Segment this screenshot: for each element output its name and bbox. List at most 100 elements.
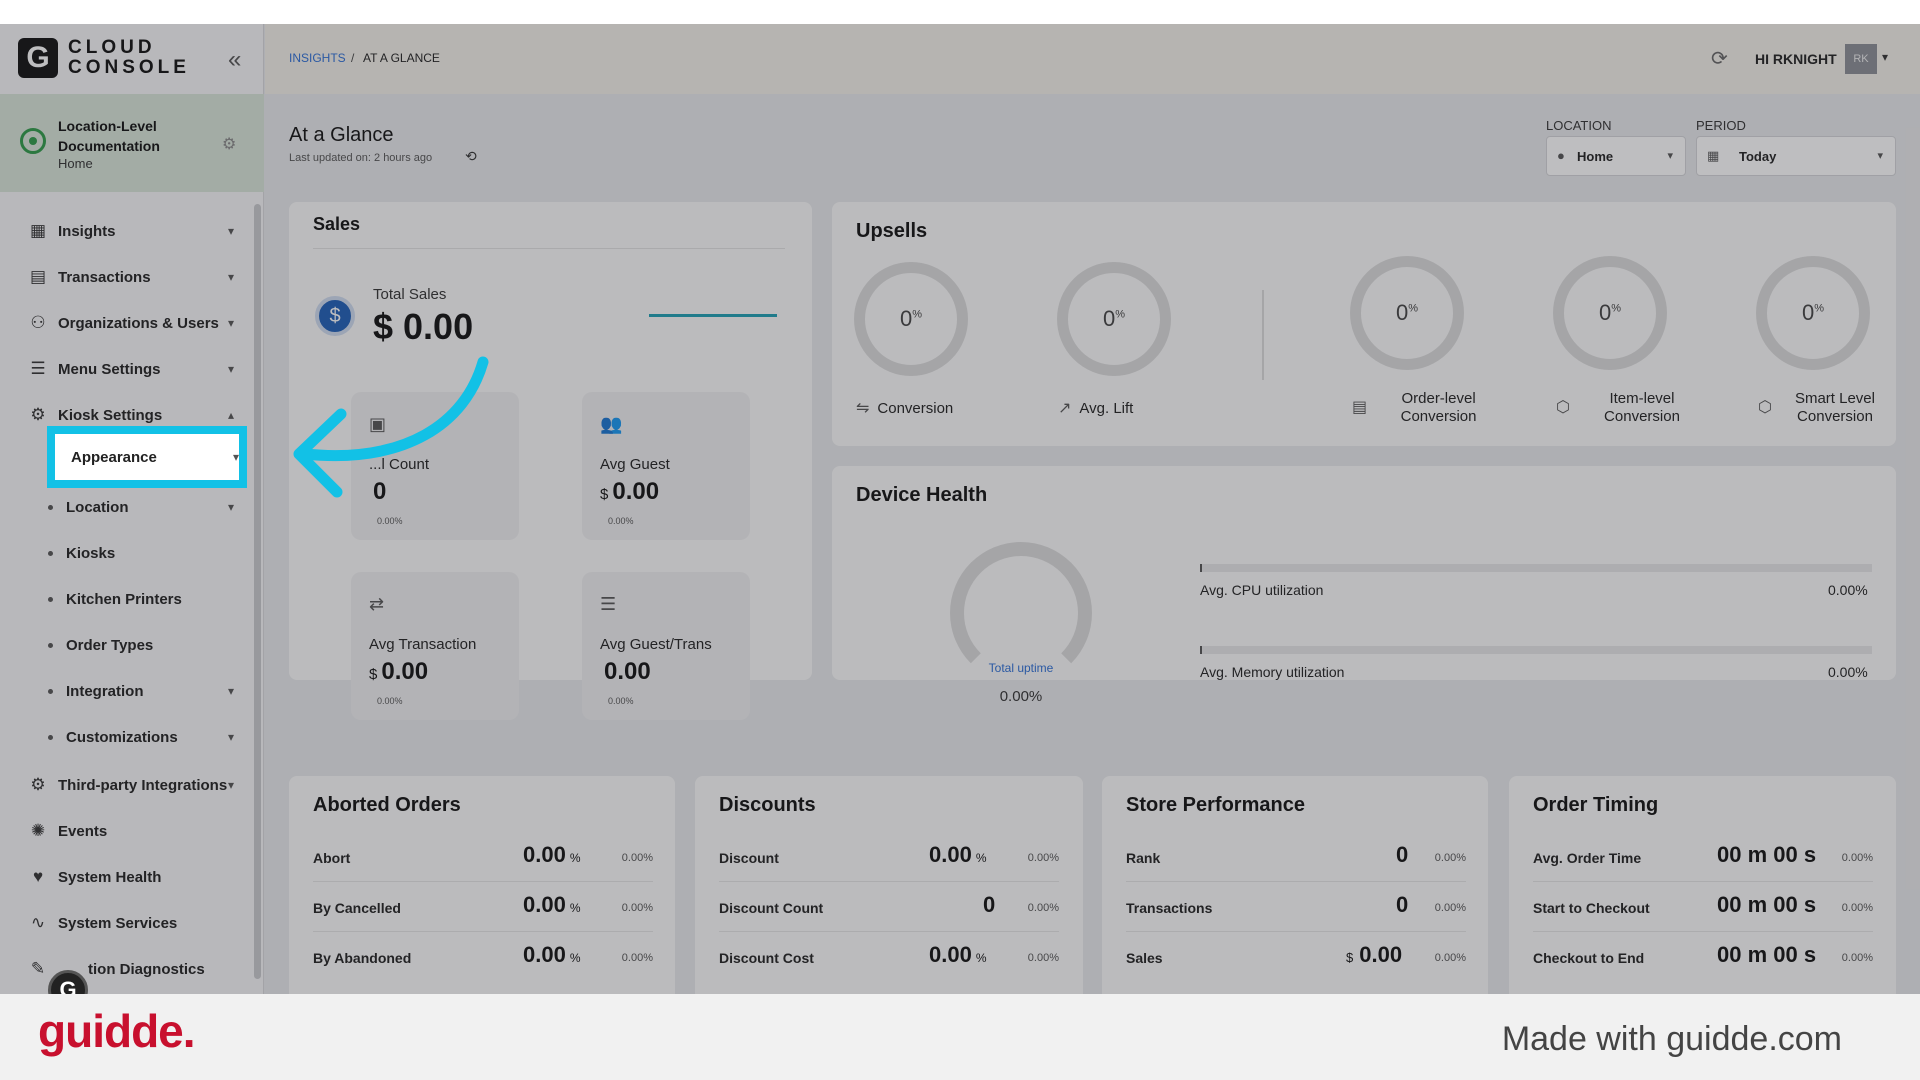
transactions-icon: ▤: [29, 267, 47, 286]
row-percent: 0.00%: [1841, 902, 1873, 914]
upsell-caption: ⬡ Smart Level Conversion: [1758, 390, 1890, 426]
row-percent: 0.00%: [621, 952, 653, 964]
cpu-bar: [1200, 564, 1872, 572]
user-menu-caret-icon[interactable]: ▾: [1882, 50, 1888, 64]
sidebar-subitem-kiosks[interactable]: Kiosks: [0, 530, 254, 576]
row-number: 0.00: [929, 942, 972, 967]
sidebar-item-insights[interactable]: ▦ Insights ▾: [0, 208, 254, 254]
chevron-down-icon: ▾: [228, 684, 235, 698]
row-percent: 0.00%: [621, 852, 653, 864]
gear-icon: ⚙: [30, 405, 46, 424]
breadcrumb-current: AT A GLANCE: [363, 51, 440, 65]
row-label: Avg. Order Time: [1533, 850, 1642, 866]
tile-value: $0.00: [369, 658, 428, 686]
table-row: Transactions 0 0.00%: [1126, 882, 1466, 932]
row-label: Start to Checkout: [1533, 900, 1650, 916]
sidebar-item-label: Organizations & Users: [58, 314, 219, 332]
total-sales-label: Total Sales: [373, 286, 447, 303]
bullet-icon: [48, 642, 53, 648]
period-select-value: Today: [1739, 149, 1777, 164]
caption-text: Conversion: [877, 400, 954, 417]
table-row: Discount Cost 0.00% 0.00%: [719, 932, 1059, 982]
cpu-value: 0.00%: [1828, 582, 1868, 598]
brand-logo[interactable]: G CLOUD CONSOLE: [18, 38, 190, 78]
sidebar-item-organizations-users[interactable]: ⚇ Organizations & Users ▾: [0, 300, 254, 346]
row-percent: 0.00%: [1027, 902, 1059, 914]
stat-tile-avg-guest-trans: ☰ Avg Guest/Trans 0.00 0.00%: [582, 572, 750, 720]
caption-text: Item-level Conversion: [1604, 390, 1680, 425]
table-row: Avg. Order Time 00 m 00 s 0.00%: [1533, 832, 1873, 882]
row-number: 0: [1396, 842, 1409, 867]
brand-logo-line2: CONSOLE: [68, 57, 190, 78]
sidebar-item-diagnostics[interactable]: ✎ tion Diagnostics: [0, 946, 254, 992]
cpu-label: Avg. CPU utilization: [1200, 582, 1324, 598]
row-percent: 0.00%: [1027, 952, 1059, 964]
period-select[interactable]: ▦ Today ▾: [1696, 136, 1896, 176]
row-label: Checkout to End: [1533, 950, 1645, 966]
collapse-sidebar-icon[interactable]: «: [228, 46, 241, 74]
caption-text: Smart Level Conversion: [1794, 390, 1875, 425]
sidebar-subitem-location[interactable]: Location ▾: [0, 484, 254, 530]
sidebar-item-label: Third-party Integrations: [58, 776, 228, 794]
row-number: 0.00: [523, 942, 566, 967]
upsell-ring-value: 0%: [1553, 300, 1667, 326]
page-title: At a Glance: [289, 124, 394, 146]
tile-label: Avg Transaction: [369, 636, 477, 653]
chevron-down-icon: ▾: [233, 450, 240, 464]
sidebar-subitem-kitchen-printers[interactable]: Kitchen Printers: [0, 576, 254, 622]
table-row: Discount 0.00% 0.00%: [719, 832, 1059, 882]
table-row: Discount Count 0 0.00%: [719, 882, 1059, 932]
memory-value: 0.00%: [1828, 664, 1868, 680]
row-percent: 0.00%: [1434, 952, 1466, 964]
tile-percent: 0.00%: [608, 516, 634, 526]
sidebar-item-events[interactable]: ✺ Events: [0, 808, 254, 854]
sidebar-item-system-health[interactable]: ♥ System Health: [0, 854, 254, 900]
divider: [1262, 290, 1264, 380]
sidebar-subitem-customizations[interactable]: Customizations ▾: [0, 714, 254, 760]
location-pin-icon: ●: [1557, 148, 1565, 163]
sidebar-item-third-party-integrations[interactable]: ⚙ Third-party Integrations ▾: [0, 762, 254, 808]
avatar[interactable]: RK: [1845, 44, 1877, 74]
transfer-arrows-icon: ⇄: [369, 594, 385, 614]
location-card[interactable]: Location-Level Documentation Home ⚙: [0, 94, 264, 192]
location-select[interactable]: ● Home ▾: [1546, 136, 1686, 176]
bullet-icon: [48, 596, 53, 602]
store-performance-title: Store Performance: [1126, 794, 1305, 816]
sync-icon[interactable]: ⟳: [1711, 46, 1728, 71]
sidebar-subitem-label: Customizations: [66, 728, 178, 746]
cube-icon: ⬡: [1758, 399, 1772, 416]
caption-text: Order-level Conversion: [1400, 390, 1477, 425]
brand-logo-text: CLOUD CONSOLE: [68, 38, 190, 78]
sidebar-item-menu-settings[interactable]: ☰ Menu Settings ▾: [0, 346, 254, 392]
sidebar-scrollbar[interactable]: [254, 204, 261, 979]
guests-icon: 👥: [600, 414, 623, 434]
refresh-icon[interactable]: ⟲: [465, 148, 477, 165]
tile-number: 0.00: [612, 478, 660, 505]
ring-number: 0: [1801, 300, 1815, 325]
bullet-icon: [48, 504, 53, 510]
row-unit: %: [569, 901, 581, 915]
upsell-caption: ▤ Order-level Conversion: [1352, 390, 1502, 426]
user-greeting[interactable]: HI RKNIGHT: [1755, 51, 1837, 67]
made-with-text: Made with guidde.com: [1501, 1020, 1842, 1058]
chevron-down-icon: ▾: [228, 730, 235, 744]
upsell-caption: ⬡ Item-level Conversion: [1556, 390, 1706, 426]
row-value: 00 m 00 s: [1717, 892, 1817, 917]
chevron-down-icon: ▾: [228, 778, 235, 792]
row-unit: %: [975, 951, 987, 965]
sidebar-item-transactions[interactable]: ▤ Transactions ▾: [0, 254, 254, 300]
sales-title: Sales: [313, 214, 361, 234]
sidebar-subitem-appearance[interactable]: Appearance ▾: [47, 426, 247, 488]
discounts-card: Discounts Discount 0.00% 0.00% Discount …: [695, 776, 1083, 994]
location-settings-gear-icon[interactable]: ⚙: [222, 134, 236, 154]
row-value: 00 m 00 s: [1717, 942, 1817, 967]
sidebar-subitem-order-types[interactable]: Order Types: [0, 622, 254, 668]
breadcrumb-insights[interactable]: INSIGHTS: [289, 51, 346, 65]
upsell-ring-value: 0%: [1057, 306, 1171, 332]
sidebar-item-system-services[interactable]: ∿ System Services: [0, 900, 254, 946]
uptime-label: Total uptime: [988, 661, 1054, 675]
upsell-caption: ↗ Avg. Lift: [1058, 400, 1133, 418]
chevron-down-icon: ▾: [228, 270, 235, 284]
sidebar-subitem-label: Order Types: [66, 636, 154, 654]
sidebar-subitem-integration[interactable]: Integration ▾: [0, 668, 254, 714]
